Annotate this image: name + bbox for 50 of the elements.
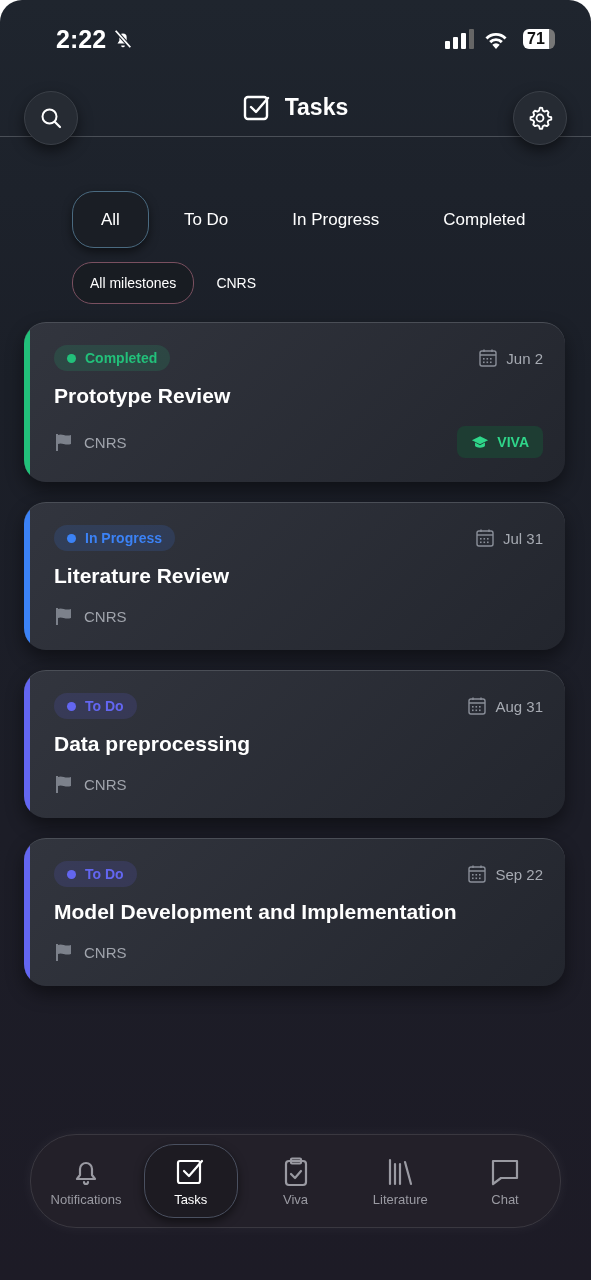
status-label: Completed — [85, 350, 158, 366]
nav-tab[interactable]: Chat — [458, 1144, 552, 1218]
signal-icon — [445, 29, 475, 49]
due-date: Jun 2 — [506, 349, 543, 367]
milestone-label: CNRS — [84, 775, 127, 793]
flag-icon — [54, 432, 74, 452]
due-date: Jul 31 — [502, 529, 543, 547]
milestone-chip[interactable]: All milestones — [72, 262, 195, 304]
task-title: Data preprocessing — [54, 732, 252, 756]
nav-tab[interactable]: Tasks — [143, 1144, 238, 1218]
due-date: Sep 22 — [495, 865, 543, 883]
status-label: To Do — [85, 866, 124, 882]
task-title: Model Development and Implementation — [54, 900, 458, 924]
calendar-icon — [467, 696, 488, 716]
nav-tab[interactable]: Literature — [353, 1144, 448, 1218]
task-card[interactable]: To Do Aug 31 Data preprocessing CNRS — [24, 670, 565, 818]
milestone-label: CNRS — [84, 607, 127, 625]
nav-tab[interactable]: Viva — [248, 1144, 343, 1218]
page-title: Tasks — [284, 93, 349, 121]
status-time: 2:22 — [56, 24, 107, 54]
filter-tab[interactable]: In Progress — [263, 191, 409, 248]
milestone-label: CNRS — [84, 943, 127, 961]
status-label: To Do — [85, 698, 124, 714]
task-card[interactable]: Completed Jun 2 Prototype Review CNRS VIVA — [24, 322, 565, 482]
task-title: Literature Review — [54, 564, 231, 588]
graduation-cap-icon — [471, 434, 490, 450]
search-button[interactable] — [24, 91, 78, 145]
settings-button[interactable] — [513, 91, 567, 145]
status-label: In Progress — [85, 530, 163, 546]
calendar-icon — [478, 348, 499, 368]
flag-icon — [54, 774, 74, 794]
calendar-icon — [474, 528, 495, 548]
task-card[interactable]: To Do Sep 22 Model Development and Implementation CNRS — [24, 838, 565, 986]
nav-tab[interactable]: Notifications — [39, 1144, 133, 1218]
flag-icon — [54, 606, 74, 626]
battery-indicator: 71 — [523, 29, 555, 49]
filter-tab[interactable]: Completed — [414, 191, 555, 248]
search-icon — [39, 106, 63, 130]
milestone-label: CNRS — [84, 433, 127, 451]
checkbox-icon — [242, 93, 271, 121]
calendar-icon — [467, 864, 488, 884]
flag-icon — [54, 942, 74, 962]
filter-tab[interactable]: To Do — [154, 191, 258, 248]
milestone-chip[interactable]: CNRS — [198, 262, 275, 304]
task-card[interactable]: In Progress Jul 31 Literature Review CNRS — [24, 502, 565, 650]
due-date: Aug 31 — [495, 697, 543, 715]
filter-tab[interactable]: All — [72, 191, 149, 248]
viva-badge: VIVA — [457, 426, 543, 458]
task-title: Prototype Review — [54, 384, 232, 408]
gear-icon — [527, 105, 553, 131]
